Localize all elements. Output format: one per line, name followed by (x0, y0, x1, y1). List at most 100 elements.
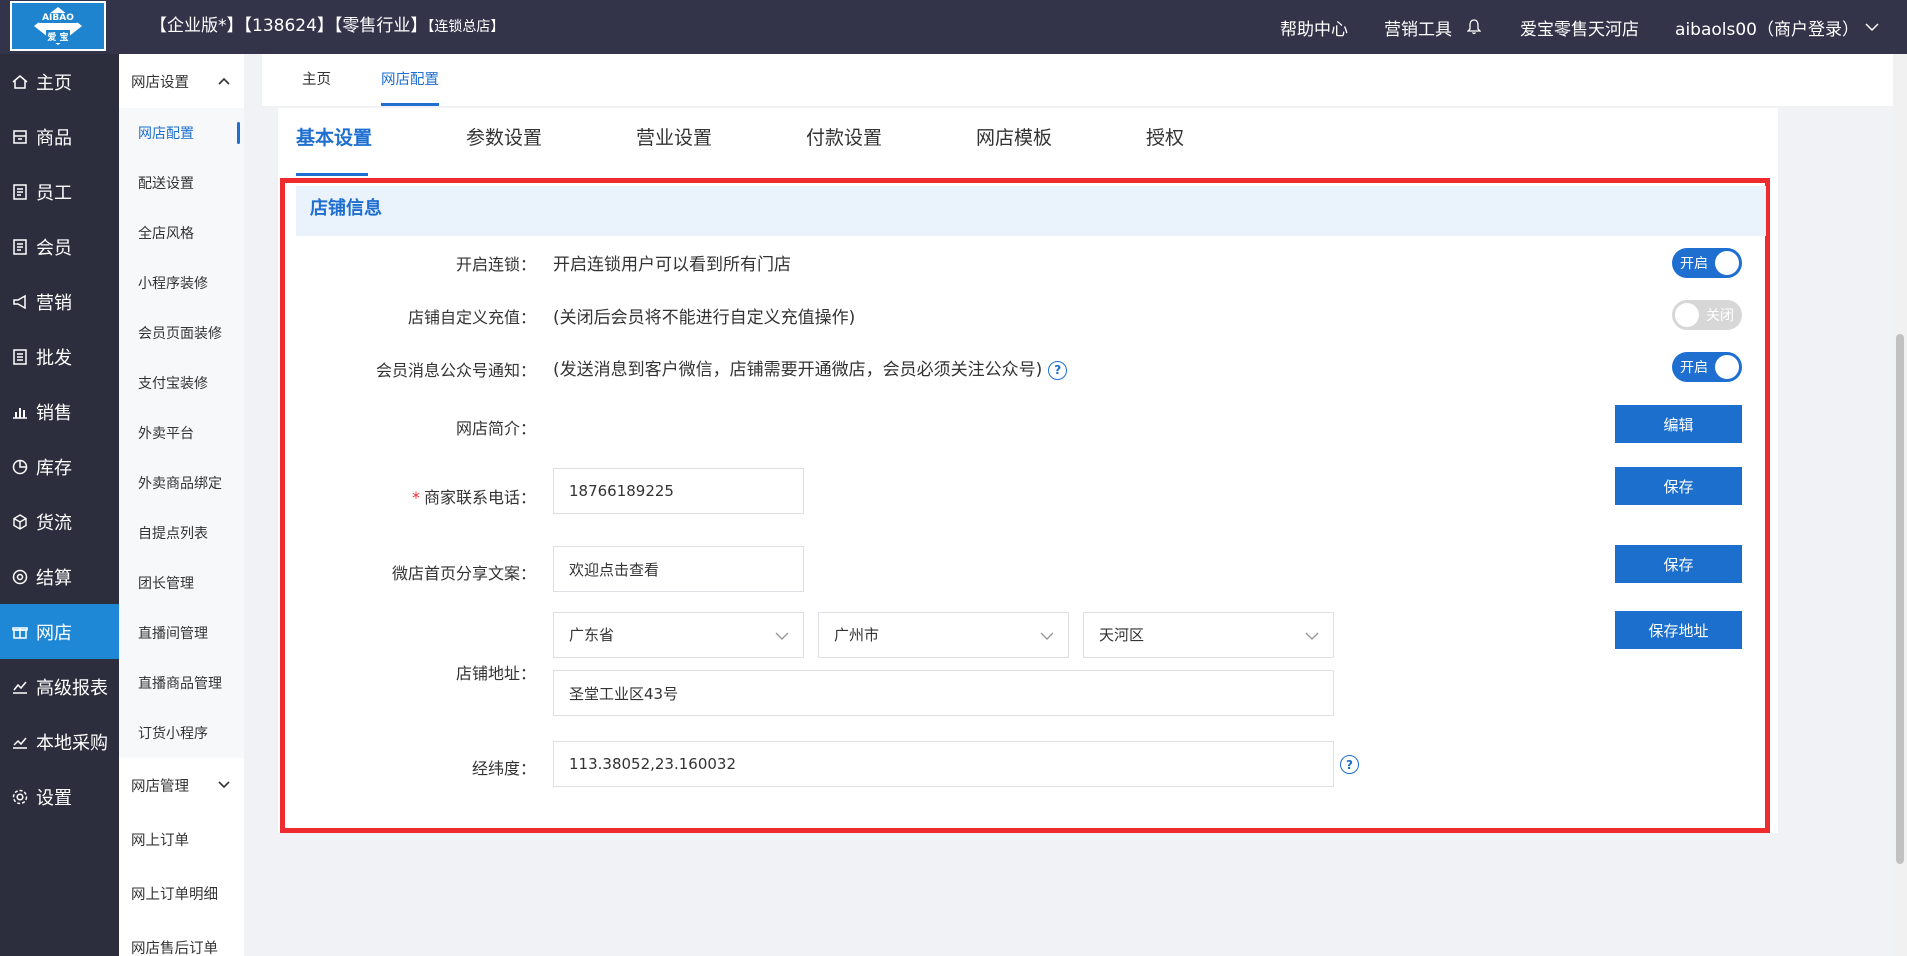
subnav-item[interactable]: 网店配置 (119, 108, 244, 158)
sidebar-item[interactable]: 本地采购 (0, 714, 119, 769)
chain-label: 开启连锁： (455, 255, 536, 274)
subnav-group-label: 网店管理 (131, 778, 189, 795)
help-center-link[interactable]: 帮助中心 (1280, 15, 1348, 40)
chevron-down-icon (1305, 614, 1319, 658)
subnav-item[interactable]: 团长管理 (119, 558, 244, 608)
page-scrollbar[interactable] (1893, 54, 1907, 956)
sidebar-item-label: 员工 (36, 182, 72, 204)
subnav-item[interactable]: 直播商品管理 (119, 658, 244, 708)
district-value: 天河区 (1099, 626, 1145, 644)
sidebar-item[interactable]: 货流 (0, 494, 119, 549)
store-name-link[interactable]: 爱宝零售天河店 (1520, 15, 1639, 40)
sidebar-item[interactable]: 设置 (0, 769, 119, 824)
sidebar-item[interactable]: 销售 (0, 384, 119, 439)
sidebar-item-label: 货流 (36, 512, 72, 534)
intro-label: 网店简介： (455, 419, 536, 438)
page-tab-home[interactable]: 主页 (302, 54, 331, 106)
subnav-item[interactable]: 外卖商品绑定 (119, 458, 244, 508)
coords-label: 经纬度： (471, 759, 536, 778)
coords-input[interactable] (553, 741, 1334, 787)
city-value: 广州市 (834, 626, 880, 644)
subnav-item[interactable]: 网店售后订单 (119, 920, 244, 956)
aibao-logo[interactable]: AIBAO 爱 宝 (10, 1, 106, 51)
subnav-item[interactable]: 订货小程序 (119, 708, 244, 758)
subnav-item[interactable]: 会员页面装修 (119, 308, 244, 358)
chain-toggle[interactable]: 开启 (1672, 248, 1742, 278)
subnav-group-label: 网店设置 (131, 74, 189, 91)
account-title-suffix: 【连锁总店】 (427, 19, 505, 35)
trend-icon (11, 733, 29, 751)
save-phone-button[interactable]: 保存 (1615, 467, 1742, 505)
subnav-item[interactable]: 小程序装修 (119, 258, 244, 308)
district-select[interactable]: 天河区 (1083, 612, 1334, 658)
notify-toggle[interactable]: 开启 (1672, 352, 1742, 382)
tab-basic-settings[interactable]: 基本设置 (296, 108, 466, 176)
tab-authorization[interactable]: 授权 (1146, 108, 1316, 176)
settings-tabs: 基本设置 参数设置 营业设置 付款设置 网店模板 授权 (296, 108, 1316, 176)
megaphone-icon (11, 293, 29, 311)
line-chart-icon (11, 678, 29, 696)
marketing-tools-link[interactable]: 营销工具 (1384, 15, 1452, 40)
sidebar-item-label: 商品 (36, 127, 72, 149)
subnav-item[interactable]: 网上订单 (119, 812, 244, 866)
toggle-text: 开启 (1680, 360, 1708, 376)
sidebar-item[interactable]: 会员 (0, 219, 119, 274)
tab-parameter-settings[interactable]: 参数设置 (466, 108, 636, 176)
share-text-label: 微店首页分享文案： (391, 564, 536, 583)
tab-business-settings[interactable]: 营业设置 (636, 108, 806, 176)
notify-description-text: (发送消息到客户微信，店铺需要开通微店，会员必须关注公众号) (553, 360, 1043, 380)
subnav-item[interactable]: 全店风格 (119, 208, 244, 258)
subnav-item[interactable]: 直播间管理 (119, 608, 244, 658)
scrollbar-thumb[interactable] (1896, 334, 1904, 864)
help-icon[interactable]: ? (1048, 360, 1068, 380)
city-select[interactable]: 广州市 (818, 612, 1069, 658)
page-tabs-bar: 主页 网店配置 (262, 54, 1898, 106)
share-text-input[interactable] (553, 546, 804, 592)
sidebar-item[interactable]: 商品 (0, 109, 119, 164)
subnav-group2-items: 网上订单 网上订单明细 网店售后订单 (119, 812, 244, 956)
subnav-item[interactable]: 自提点列表 (119, 508, 244, 558)
primary-sidebar: 主页商品员工会员 营销批发销售 库存货流结算网店 高级报表本地采购设置 (0, 54, 119, 956)
save-address-button[interactable]: 保存地址 (1615, 611, 1742, 649)
subnav-group-shop-settings[interactable]: 网店设置 (119, 54, 244, 108)
recharge-description: (关闭后会员将不能进行自定义充值操作) (553, 308, 856, 328)
sidebar-item[interactable]: 员工 (0, 164, 119, 219)
bell-icon[interactable] (1464, 17, 1484, 37)
recharge-label: 店铺自定义充值： (407, 308, 536, 327)
subnav-item[interactable]: 支付宝装修 (119, 358, 244, 408)
phone-input[interactable] (553, 468, 804, 514)
sidebar-item[interactable]: 网店 (0, 604, 119, 659)
tab-shop-template[interactable]: 网店模板 (976, 108, 1146, 176)
tab-payment-settings[interactable]: 付款设置 (806, 108, 976, 176)
chain-description: 开启连锁用户可以看到所有门店 (553, 255, 791, 275)
edit-intro-button[interactable]: 编辑 (1615, 405, 1742, 443)
top-header: AIBAO 爱 宝 【企业版*】【138624】【零售行业】【连锁总店】 帮助中… (0, 0, 1907, 54)
sidebar-item-label: 结算 (36, 567, 72, 589)
top-right-menu: 帮助中心 营销工具 爱宝零售天河店 aibaols00（商户登录） (1244, 0, 1879, 54)
sidebar-item[interactable]: 主页 (0, 54, 119, 109)
sidebar-item-label: 批发 (36, 347, 72, 369)
address-detail-input[interactable] (553, 670, 1334, 716)
save-share-button[interactable]: 保存 (1615, 545, 1742, 583)
user-menu[interactable]: aibaols00（商户登录） (1675, 15, 1859, 40)
sidebar-item[interactable]: 营销 (0, 274, 119, 329)
subnav-item[interactable]: 外卖平台 (119, 408, 244, 458)
sidebar-item[interactable]: 高级报表 (0, 659, 119, 714)
secondary-sidebar: 网店设置 网店配置 配送设置 全店风格 小程序装修 会员页面装修 支付宝装修 外卖平台 外卖商… (119, 54, 244, 956)
sidebar-item[interactable]: 库存 (0, 439, 119, 494)
chevron-down-icon[interactable] (1865, 17, 1879, 37)
subnav-group-shop-management[interactable]: 网店管理 (119, 758, 244, 812)
province-select[interactable]: 广东省 (553, 612, 804, 658)
sidebar-item[interactable]: 批发 (0, 329, 119, 384)
help-icon[interactable]: ? (1340, 755, 1359, 774)
bar-chart-icon (11, 403, 29, 421)
subnav-item[interactable]: 网上订单明细 (119, 866, 244, 920)
account-title: 【企业版*】【138624】【零售行业】【连锁总店】 (150, 0, 504, 54)
page-tab-shop-config[interactable]: 网店配置 (381, 54, 439, 106)
section-title: 店铺信息 (296, 186, 1766, 236)
recharge-toggle[interactable]: 关闭 (1672, 300, 1742, 330)
sidebar-item-label: 本地采购 (36, 732, 108, 754)
sidebar-item[interactable]: 结算 (0, 549, 119, 604)
subnav-item[interactable]: 配送设置 (119, 158, 244, 208)
toggle-knob (1715, 251, 1739, 275)
